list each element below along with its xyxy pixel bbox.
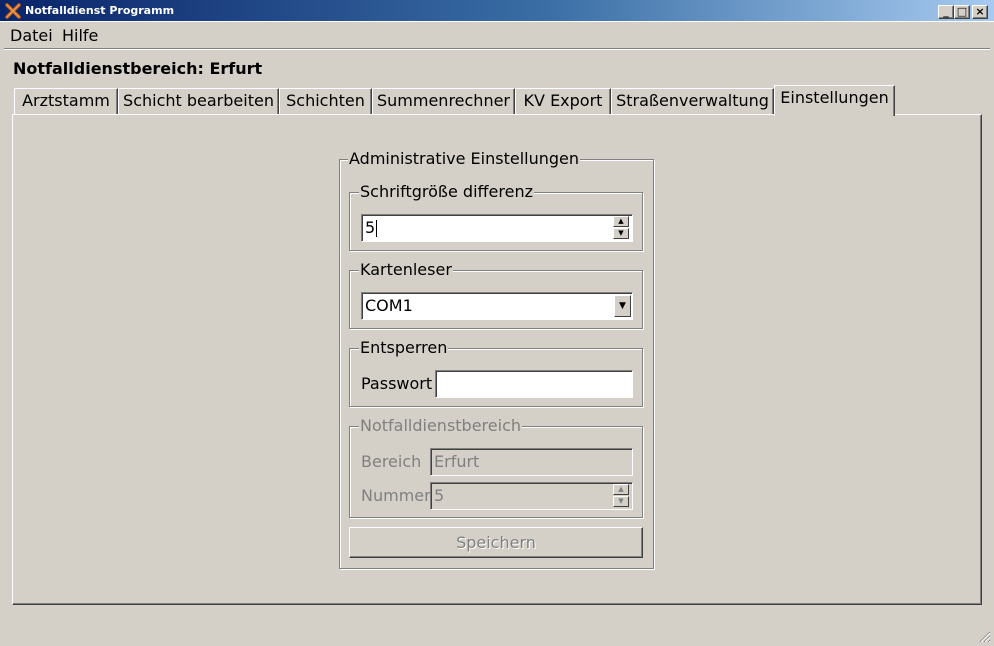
number-label: Nummer: [361, 486, 431, 505]
tab-schicht-bearbeiten[interactable]: Schicht bearbeiten: [118, 88, 279, 114]
number-spinbox[interactable]: 5: [430, 482, 633, 510]
area-group-title: Notfalldienstbereich: [359, 416, 523, 435]
tab-schichten[interactable]: Schichten: [279, 88, 372, 114]
card-reader-select[interactable]: COM1: [361, 292, 633, 320]
app-icon: [5, 3, 21, 19]
font-size-title: Schriftgröße differenz: [359, 182, 534, 201]
unlock-title: Entsperren: [359, 338, 449, 357]
card-reader-value: COM1: [365, 296, 413, 315]
tab-arztstamm[interactable]: Arztstamm: [14, 88, 118, 114]
region-field[interactable]: Erfurt: [430, 448, 633, 476]
font-size-spinbox[interactable]: 5: [361, 214, 633, 242]
resize-grip-icon[interactable]: [977, 629, 991, 643]
password-label: Passwort: [361, 374, 433, 393]
area-heading: Notfalldienstbereich: Erfurt: [13, 59, 263, 78]
card-reader-title: Kartenleser: [359, 260, 453, 279]
password-field[interactable]: [435, 370, 633, 398]
spin-up-icon[interactable]: ▲: [613, 216, 629, 227]
save-button[interactable]: Speichern: [349, 527, 643, 558]
maximize-button[interactable]: □: [954, 5, 970, 19]
tab-strassenverwaltung[interactable]: Straßenverwaltung: [611, 88, 774, 114]
close-button[interactable]: ×: [972, 5, 988, 19]
font-size-value: 5: [365, 218, 376, 237]
menu-hilfe[interactable]: Hilfe: [62, 26, 98, 46]
minimize-button[interactable]: _: [938, 5, 954, 19]
tab-summenrechner[interactable]: Summenrechner: [372, 88, 515, 114]
menu-datei[interactable]: Datei: [10, 26, 53, 46]
menu-separator: [4, 48, 990, 50]
spin-down-icon[interactable]: ▼: [613, 228, 629, 239]
tab-kv-export[interactable]: KV Export: [515, 88, 611, 114]
region-label: Bereich: [361, 452, 422, 471]
spin-up-icon[interactable]: ▲: [613, 484, 629, 495]
admin-settings-title: Administrative Einstellungen: [348, 149, 581, 168]
chevron-down-icon[interactable]: ▼: [614, 295, 631, 317]
window-title: Notfalldienst Programm: [25, 4, 175, 17]
menu-bar: Datei Hilfe: [0, 23, 994, 47]
tab-einstellungen[interactable]: Einstellungen: [774, 85, 895, 116]
title-bar[interactable]: Notfalldienst Programm _ □ ×: [0, 0, 994, 22]
text-cursor: [376, 220, 378, 237]
spin-down-icon[interactable]: ▼: [613, 496, 629, 507]
